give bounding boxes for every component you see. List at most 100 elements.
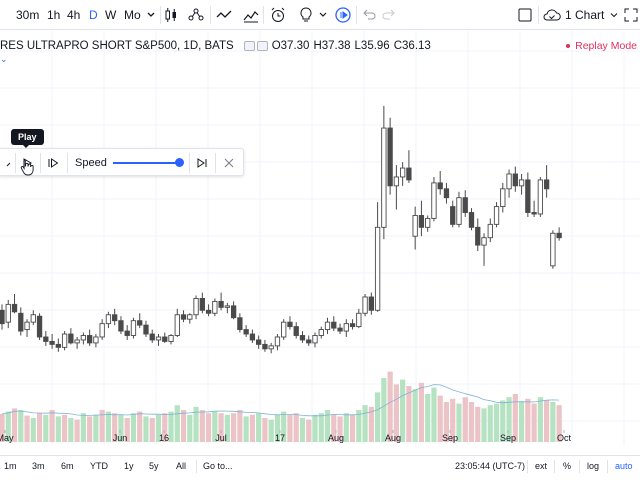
candle (512, 166, 518, 192)
range-1m[interactable]: 1m (4, 461, 17, 471)
auto-toggle[interactable]: auto (615, 461, 633, 471)
range-ytd[interactable]: YTD (90, 461, 108, 471)
candle-body (337, 327, 343, 332)
candle-body (468, 212, 475, 228)
candle (155, 334, 162, 346)
volume-bar (93, 414, 99, 442)
collapse-arrow-icon[interactable]: ⌄ (0, 54, 8, 65)
price-chart[interactable]: May Jun 16 Jul 17 Aug Aug Sep Sep Oct (0, 31, 640, 445)
candle-body (55, 343, 61, 348)
volume-bar (55, 416, 61, 442)
dropdown-chevron-icon[interactable] (140, 4, 162, 26)
timeframe-w[interactable]: W (105, 8, 116, 22)
candle-body (500, 188, 506, 208)
go-to-date-button[interactable]: Go to... (203, 461, 233, 471)
dropdown-chevron-icon[interactable] (312, 4, 334, 26)
range-1y[interactable]: 1y (124, 461, 134, 471)
candle-body (68, 333, 74, 344)
range-6m[interactable]: 6m (61, 461, 74, 471)
candle-body (99, 323, 105, 338)
candle-body (299, 335, 306, 341)
timeframe-4h[interactable]: 4h (67, 8, 80, 22)
x-axis-label: May (0, 433, 14, 443)
candle (343, 319, 349, 337)
volume-bar (18, 410, 24, 442)
candle (475, 218, 481, 252)
compare-icon[interactable] (240, 4, 262, 26)
candle-body (425, 217, 431, 228)
candle-body (0, 309, 5, 325)
candle (487, 218, 493, 243)
layout-button[interactable]: 1 Chart (543, 5, 620, 25)
candle (281, 319, 287, 340)
timeframe-d[interactable]: D (89, 8, 98, 22)
candle-body (105, 314, 112, 325)
candle-body (118, 320, 124, 332)
candle-body (443, 188, 450, 199)
volume-bar (518, 402, 525, 442)
redo-icon[interactable] (378, 4, 400, 26)
candle-body (143, 324, 149, 335)
candle-body (86, 335, 93, 344)
log-toggle[interactable]: log (587, 461, 599, 471)
volume-bar (531, 403, 537, 442)
candle-body (512, 173, 518, 187)
candle (493, 202, 500, 228)
close-button[interactable] (219, 153, 239, 173)
replay-mode-badge[interactable]: Replay Mode (566, 40, 637, 52)
fullscreen-icon[interactable] (622, 6, 640, 24)
volume-bar (493, 403, 500, 442)
symbol-title[interactable]: RES ULTRAPRO SHORT S&P500, 1D, BATS (0, 40, 234, 52)
volume-bar (24, 415, 30, 442)
indicators-icon[interactable] (185, 4, 207, 26)
top-toolbar: 30m 1h 4h D W Mo 1 Chart (0, 0, 640, 30)
undo-icon[interactable] (358, 4, 380, 26)
eye-icon[interactable] (243, 41, 255, 51)
candle (312, 332, 318, 348)
range-5y[interactable]: 5y (149, 461, 159, 471)
range-3m[interactable]: 3m (32, 461, 45, 471)
volume-bar (425, 394, 431, 442)
percent-toggle[interactable]: % (563, 461, 571, 471)
volume-bar (231, 413, 237, 442)
candle-body (399, 167, 406, 178)
x-axis-label: Aug (385, 433, 401, 443)
candle-body (525, 179, 531, 213)
candle-body (137, 320, 143, 326)
candle-body (36, 315, 43, 338)
settings-icon[interactable] (256, 41, 268, 51)
speed-slider-track[interactable] (113, 162, 181, 164)
candles (0, 105, 562, 354)
candle-body (205, 309, 212, 314)
candle-body (356, 312, 362, 328)
volume-bar (406, 386, 412, 442)
replay-icon[interactable] (332, 4, 354, 26)
candle (287, 316, 293, 330)
candle (149, 329, 155, 343)
candle (224, 302, 231, 314)
line-icon[interactable] (213, 4, 235, 26)
timeframe-mo[interactable]: Mo (124, 8, 141, 22)
candle (30, 310, 36, 326)
clock-display[interactable]: 23:05:44 (UTC-7) (455, 461, 525, 471)
jump-to-realtime-button[interactable] (192, 153, 212, 173)
x-axis-label: Sep (500, 433, 516, 443)
volume-bar (412, 389, 418, 442)
volume-bar (74, 419, 80, 442)
candle (0, 304, 5, 330)
layout-icon[interactable] (514, 4, 536, 26)
legend-controls[interactable] (243, 41, 268, 51)
candle (205, 304, 212, 317)
candle (130, 317, 137, 339)
step-forward-button[interactable] (43, 153, 63, 173)
speed-slider-handle[interactable] (175, 158, 184, 167)
range-all[interactable]: All (176, 461, 186, 471)
timeframe-1h[interactable]: 1h (47, 8, 60, 22)
ext-toggle[interactable]: ext (535, 461, 547, 471)
candles-icon[interactable] (160, 4, 182, 26)
candle (543, 165, 550, 198)
volume-bar (487, 405, 493, 442)
candle-body (556, 232, 562, 239)
timeframe-30m[interactable]: 30m (16, 8, 39, 22)
alert-icon[interactable] (267, 4, 289, 26)
